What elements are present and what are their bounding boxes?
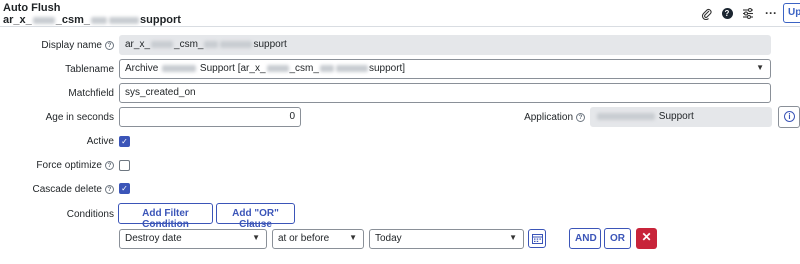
paperclip-icon[interactable]: [697, 5, 715, 21]
chevron-down-icon: ▼: [252, 233, 260, 242]
application-field: Support: [590, 107, 772, 127]
cascade-delete-label: Cascade delete?: [0, 184, 114, 195]
redacted-text: [220, 40, 253, 48]
help-icon[interactable]: ?: [105, 184, 114, 194]
redacted-text: [319, 64, 334, 72]
redacted-text: [266, 64, 289, 72]
condition-field-select[interactable]: Destroy date ▼: [119, 229, 267, 249]
calendar-button[interactable]: [528, 229, 546, 248]
help-icon[interactable]: ?: [576, 112, 585, 122]
or-button[interactable]: OR: [604, 228, 631, 249]
close-icon: ✕: [641, 230, 652, 244]
help-icon[interactable]: ?: [718, 5, 736, 21]
matchfield-label: Matchfield: [68, 88, 114, 99]
record-type-title: Auto Flush: [3, 2, 61, 14]
display-name-field[interactable]: ar_x_ _csm_ support: [119, 35, 771, 55]
redacted-text: [335, 64, 368, 72]
redacted-text: [151, 40, 174, 48]
chevron-down-icon: ▼: [349, 233, 357, 242]
cascade-delete-checkbox[interactable]: ✓: [119, 183, 130, 194]
form-header: Auto Flush ar_x_ _csm_ support ? ··· Up: [0, 0, 800, 27]
force-optimize-checkbox[interactable]: [119, 160, 130, 171]
conditions-label: Conditions: [66, 209, 114, 220]
redacted-text: [162, 64, 197, 72]
chevron-down-icon: ▼: [756, 63, 764, 72]
application-info-button[interactable]: i: [778, 106, 800, 128]
redacted-text: [597, 112, 655, 120]
sliders-icon[interactable]: [739, 5, 757, 21]
tablename-select[interactable]: Archive Support [ar_x_ _csm_ support] ▼: [119, 59, 771, 79]
add-filter-condition-button[interactable]: Add Filter Condition: [118, 203, 213, 230]
application-label: Application?: [490, 112, 585, 123]
redacted-text: [204, 40, 219, 48]
record-name: ar_x_ _csm_ support: [3, 14, 181, 26]
matchfield-input[interactable]: sys_created_on: [119, 83, 771, 103]
update-button[interactable]: Up: [783, 3, 800, 23]
redacted-text: [109, 16, 140, 24]
display-name-label: Display name?: [0, 40, 114, 51]
more-icon[interactable]: ···: [762, 5, 780, 21]
redacted-text: [32, 16, 55, 24]
help-icon[interactable]: ?: [105, 160, 114, 170]
active-label: Active: [86, 136, 114, 147]
info-icon: i: [784, 111, 795, 122]
chevron-down-icon: ▼: [509, 233, 517, 242]
age-in-seconds-input[interactable]: 0: [119, 107, 301, 127]
redacted-text: [91, 16, 108, 24]
active-checkbox[interactable]: ✓: [119, 136, 130, 147]
condition-operator-select[interactable]: at or before ▼: [272, 229, 364, 249]
force-optimize-label: Force optimize?: [0, 160, 114, 171]
and-button[interactable]: AND: [569, 228, 601, 249]
condition-date-select[interactable]: Today ▼: [369, 229, 524, 249]
help-icon[interactable]: ?: [105, 40, 114, 50]
calendar-icon: [532, 234, 543, 244]
remove-condition-button[interactable]: ✕: [636, 228, 657, 249]
add-or-clause-button[interactable]: Add "OR" Clause: [216, 203, 295, 230]
tablename-label: Tablename: [65, 64, 114, 75]
age-in-seconds-label: Age in seconds: [45, 112, 114, 123]
